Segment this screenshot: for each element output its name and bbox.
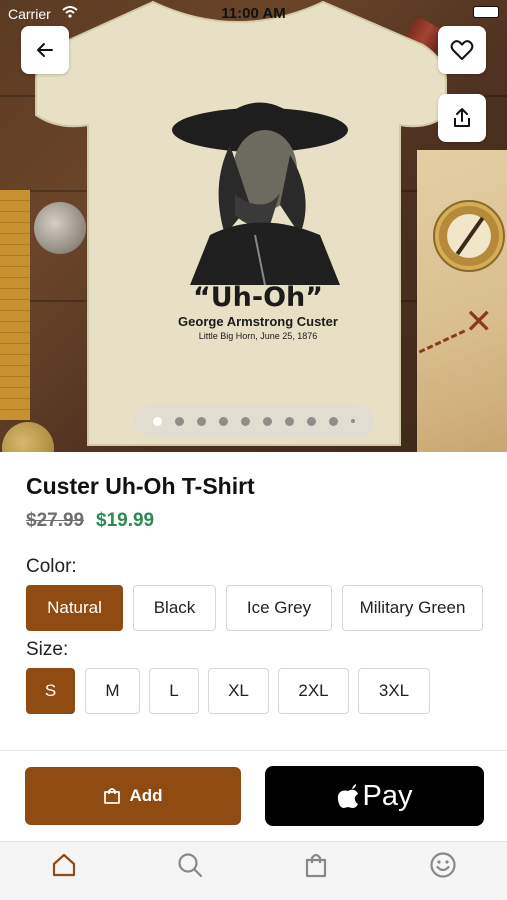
product-title: Custer Uh-Oh T-Shirt — [26, 473, 255, 499]
sale-price: $19.99 — [96, 510, 155, 531]
pager-dot[interactable] — [153, 416, 162, 426]
size-option-3xl[interactable]: 3XL — [358, 668, 430, 714]
pager-dot[interactable] — [285, 416, 294, 426]
image-pager[interactable] — [134, 405, 374, 437]
add-button-label: Add — [129, 786, 163, 805]
pager-dot[interactable] — [175, 416, 184, 426]
share-icon — [454, 108, 470, 127]
home-icon — [52, 853, 76, 877]
size-option-s[interactable]: S — [26, 668, 75, 714]
tab-bar — [0, 841, 507, 900]
smiley-icon — [430, 852, 456, 878]
pager-dot[interactable] — [307, 416, 316, 426]
tab-account[interactable] — [428, 850, 458, 880]
pager-dot[interactable] — [219, 416, 228, 426]
tab-search[interactable] — [175, 850, 205, 880]
tab-home[interactable] — [49, 850, 79, 880]
apple-icon — [337, 784, 358, 808]
original-price: $27.99 — [26, 510, 85, 531]
print-name: George Armstrong Custer — [178, 314, 338, 329]
pager-dot[interactable] — [241, 416, 250, 426]
section-divider — [0, 750, 507, 751]
ruler-prop — [0, 190, 30, 420]
pager-dot[interactable] — [351, 419, 355, 423]
pager-dot[interactable] — [329, 416, 338, 426]
print-caption: Little Big Horn, June 25, 1876 — [198, 331, 318, 341]
size-option-l[interactable]: L — [149, 668, 199, 714]
size-option-m[interactable]: M — [85, 668, 140, 714]
color-label: Color: — [26, 556, 77, 577]
status-time: 11:00 AM — [221, 5, 286, 22]
color-option-ice-grey[interactable]: Ice Grey — [226, 585, 332, 631]
pager-dot[interactable] — [197, 416, 206, 426]
tab-cart[interactable] — [301, 850, 331, 880]
bag-icon — [305, 853, 327, 878]
apple-pay-button[interactable]: Pay — [265, 766, 484, 826]
size-label: Size: — [26, 639, 69, 660]
print-headline: “Uh-Oh” — [192, 282, 324, 313]
pay-button-label: Pay — [362, 779, 413, 812]
bag-icon — [104, 788, 121, 804]
heart-icon — [450, 40, 474, 60]
color-option-natural[interactable]: Natural — [26, 585, 123, 631]
back-button[interactable] — [21, 26, 69, 74]
battery-icon — [473, 6, 499, 18]
product-image[interactable]: ✕ “Uh-Oh” George Armstrong Custer Little… — [0, 0, 507, 452]
status-bar: Carrier 11:00 AM — [0, 0, 507, 26]
size-option-2xl[interactable]: 2XL — [278, 668, 349, 714]
search-icon — [178, 853, 203, 878]
custer-portrait — [172, 102, 348, 285]
size-option-xl[interactable]: XL — [208, 668, 269, 714]
color-option-military-green[interactable]: Military Green — [342, 585, 483, 631]
share-button[interactable] — [438, 94, 486, 142]
add-to-cart-button[interactable]: Add — [25, 767, 241, 825]
color-option-black[interactable]: Black — [133, 585, 216, 631]
arrow-left-icon — [37, 43, 53, 57]
pager-dot[interactable] — [263, 416, 272, 426]
favorite-button[interactable] — [438, 26, 486, 74]
map-x-mark: ✕ — [464, 303, 494, 341]
